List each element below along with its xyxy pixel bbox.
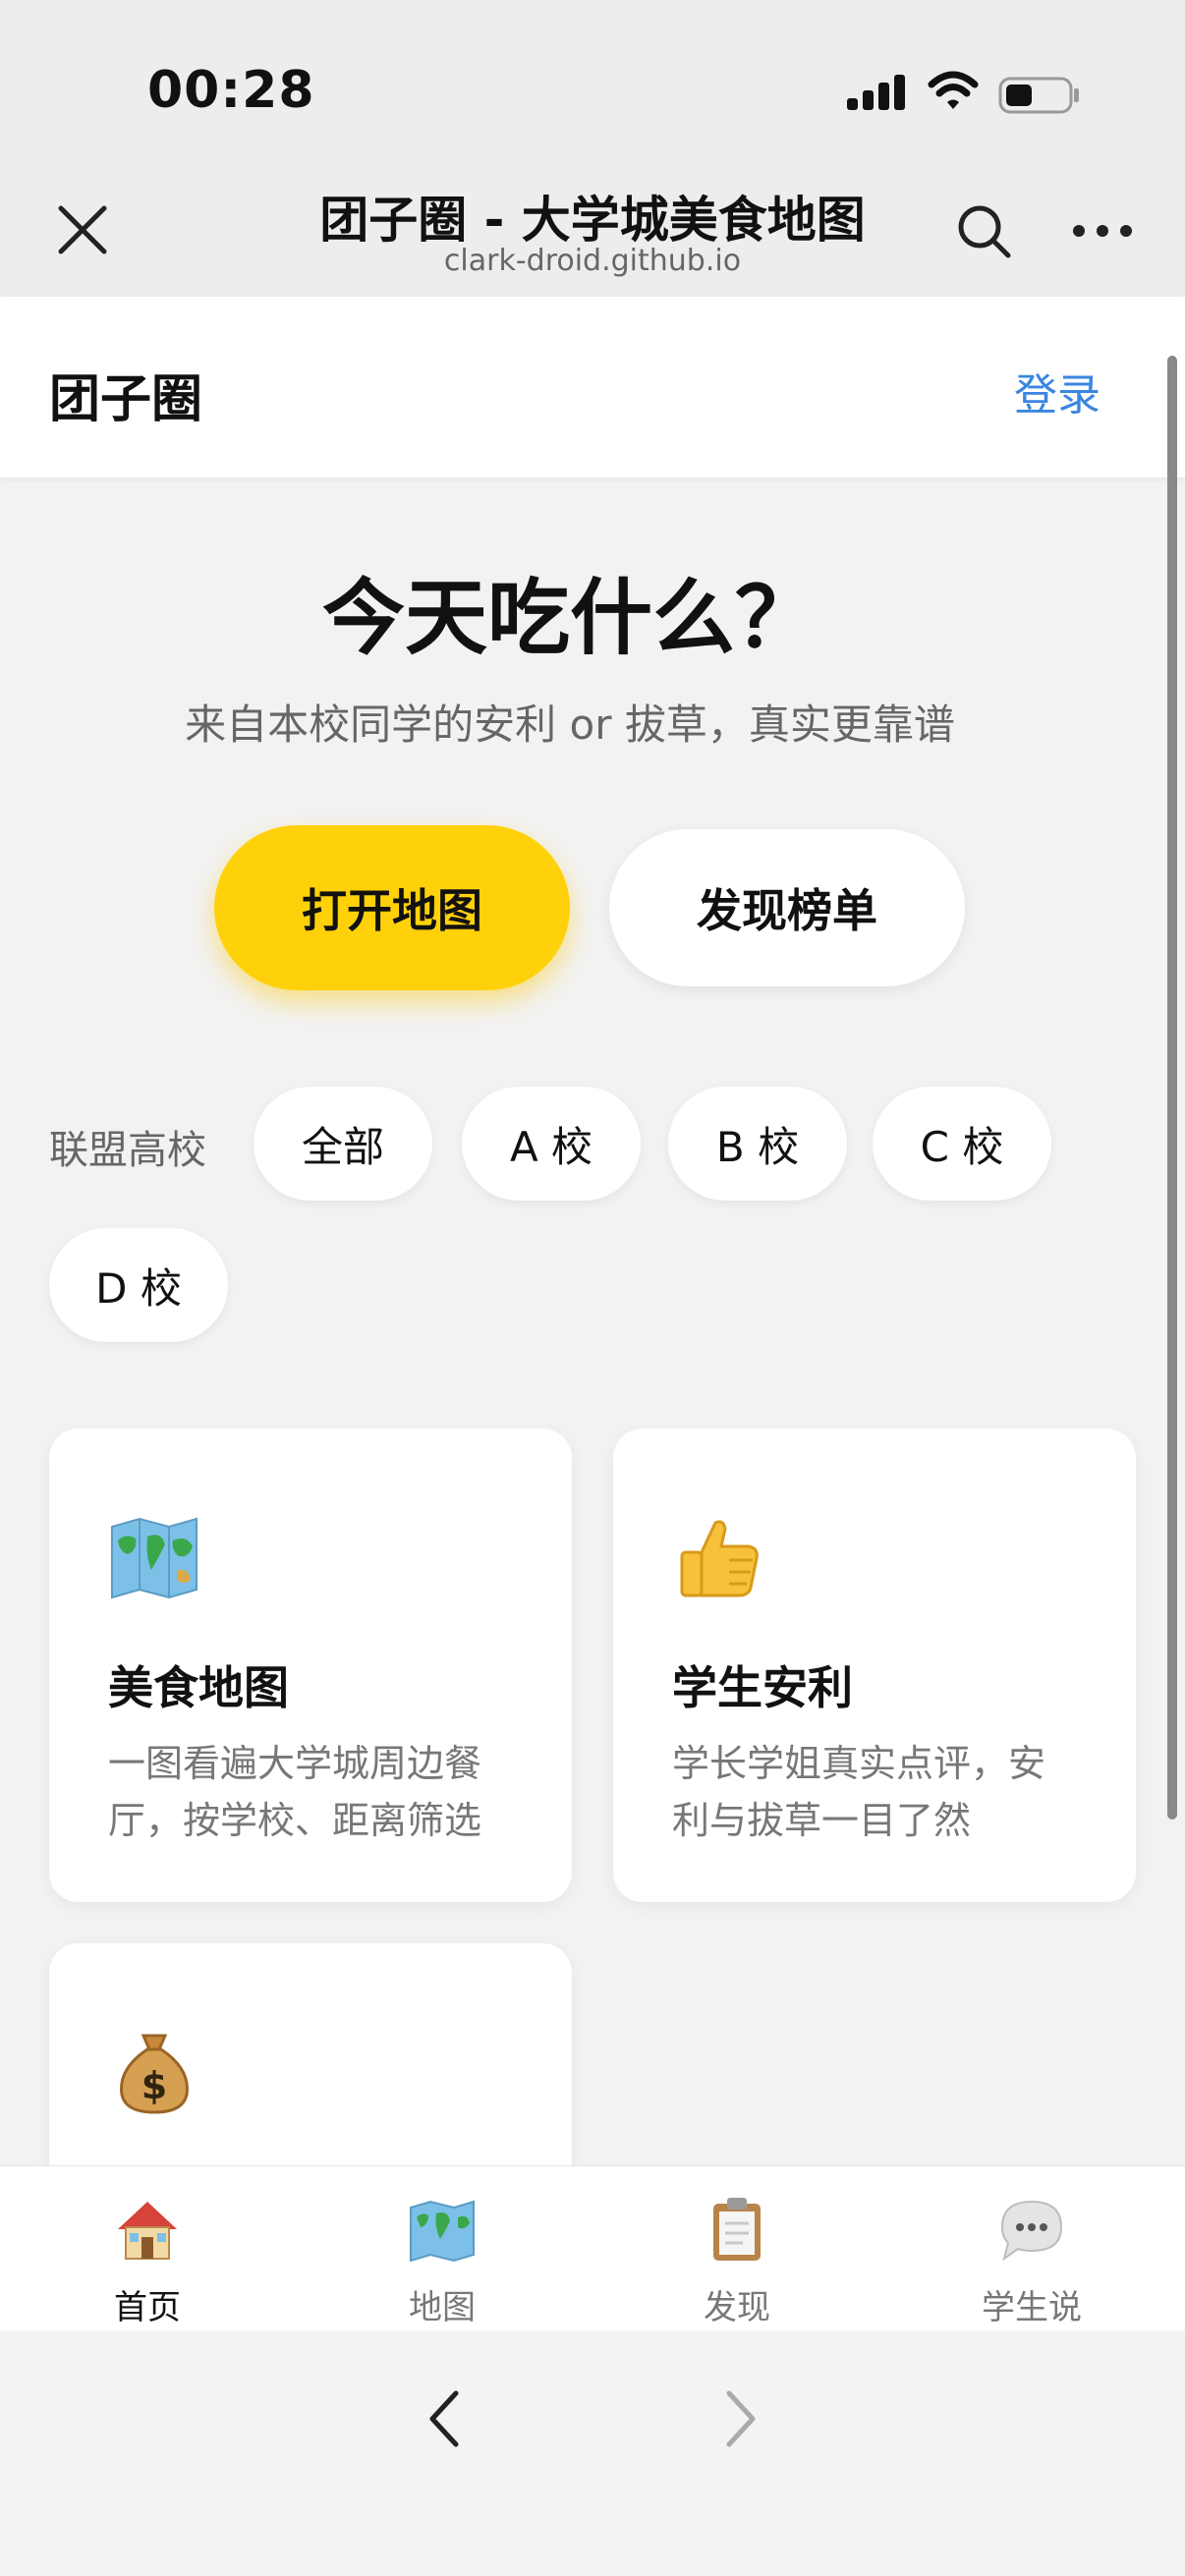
chip-school-a[interactable]: A 校 xyxy=(462,1087,641,1201)
page-title: 团子圈 - 大学城美食地图 xyxy=(319,192,866,249)
card-description: 学长学姐真实点评，安 利与拔草一目了然 xyxy=(672,1735,1085,1849)
feature-card-reviews[interactable]: 学生安利 学长学姐真实点评，安 利与拔草一目了然 xyxy=(613,1428,1136,1902)
card-title: 美食地图 xyxy=(108,1661,289,1714)
card-description-line: 学长学姐真实点评，安 xyxy=(672,1742,1046,1785)
search-icon[interactable] xyxy=(953,200,1014,261)
login-link[interactable]: 登录 xyxy=(1014,360,1100,422)
clipboard-icon xyxy=(713,2198,761,2261)
house-icon xyxy=(118,2202,177,2260)
card-title: 学生安利 xyxy=(672,1661,853,1714)
hero-subtitle: 来自本校同学的安利 or 拔草，真实更靠谱 xyxy=(185,700,955,749)
money-bag-icon: $ xyxy=(120,2034,189,2114)
card-description-line: 利与拔草一目了然 xyxy=(672,1799,972,1842)
tab-label: 学生说 xyxy=(982,2288,1082,2327)
close-icon[interactable] xyxy=(51,198,114,261)
forward-arrow-icon[interactable] xyxy=(709,2380,772,2458)
tab-home[interactable]: 首页 xyxy=(49,2166,246,2331)
chip-school-b[interactable]: B 校 xyxy=(668,1087,847,1201)
bottom-tab-bar: 首页 地图 发现 学生说 xyxy=(0,2165,1185,2330)
tab-discover[interactable]: 发现 xyxy=(639,2166,835,2331)
back-arrow-icon[interactable] xyxy=(413,2380,476,2458)
hero-title: 今天吃什么？ xyxy=(321,570,818,666)
app-logo: 团子圈 xyxy=(49,370,203,429)
browser-bottom-bar xyxy=(0,2330,1185,2576)
world-map-icon xyxy=(410,2200,475,2263)
tab-student-voice[interactable]: 学生说 xyxy=(933,2166,1130,2331)
world-map-icon xyxy=(111,1517,198,1599)
more-options-icon[interactable] xyxy=(1071,206,1134,255)
tab-map[interactable]: 地图 xyxy=(344,2166,540,2331)
card-description-line: 厅，按学校、距离筛选 xyxy=(108,1799,482,1842)
thumbs-up-icon xyxy=(680,1520,759,1597)
scrollbar[interactable] xyxy=(1167,356,1177,1820)
battery-icon xyxy=(998,77,1079,114)
chip-school-c[interactable]: C 校 xyxy=(873,1087,1051,1201)
wifi-icon xyxy=(928,71,979,109)
card-description: 一图看遍大学城周边餐 厅，按学校、距离筛选 xyxy=(108,1735,521,1849)
card-description-line: 一图看遍大学城周边餐 xyxy=(108,1742,482,1785)
app-header: 团子圈 登录 xyxy=(0,297,1185,477)
discover-rankings-button[interactable]: 发现榜单 xyxy=(609,829,965,986)
chip-school-d[interactable]: D 校 xyxy=(49,1228,228,1342)
status-bar: 00:28 xyxy=(0,0,1185,167)
svg-text:$: $ xyxy=(141,2064,167,2107)
chip-all[interactable]: 全部 xyxy=(254,1087,432,1201)
tab-label: 首页 xyxy=(114,2288,181,2327)
cellular-signal-icon xyxy=(847,75,905,110)
screen: 00:28 团子圈 - 大学城美食地图 clark-droid.github.i… xyxy=(0,0,1185,2576)
browser-top-nav: 团子圈 - 大学城美食地图 clark-droid.github.io xyxy=(0,167,1185,297)
speech-bubble-icon xyxy=(1000,2200,1063,2262)
tab-label: 发现 xyxy=(704,2288,770,2327)
open-map-button[interactable]: 打开地图 xyxy=(214,825,570,990)
page-url: clark-droid.github.io xyxy=(443,244,742,278)
tab-label: 地图 xyxy=(409,2288,476,2327)
filter-label: 联盟高校 xyxy=(49,1128,206,1173)
feature-card-map[interactable]: 美食地图 一图看遍大学城周边餐 厅，按学校、距离筛选 xyxy=(49,1428,572,1902)
status-time: 00:28 xyxy=(147,61,315,120)
